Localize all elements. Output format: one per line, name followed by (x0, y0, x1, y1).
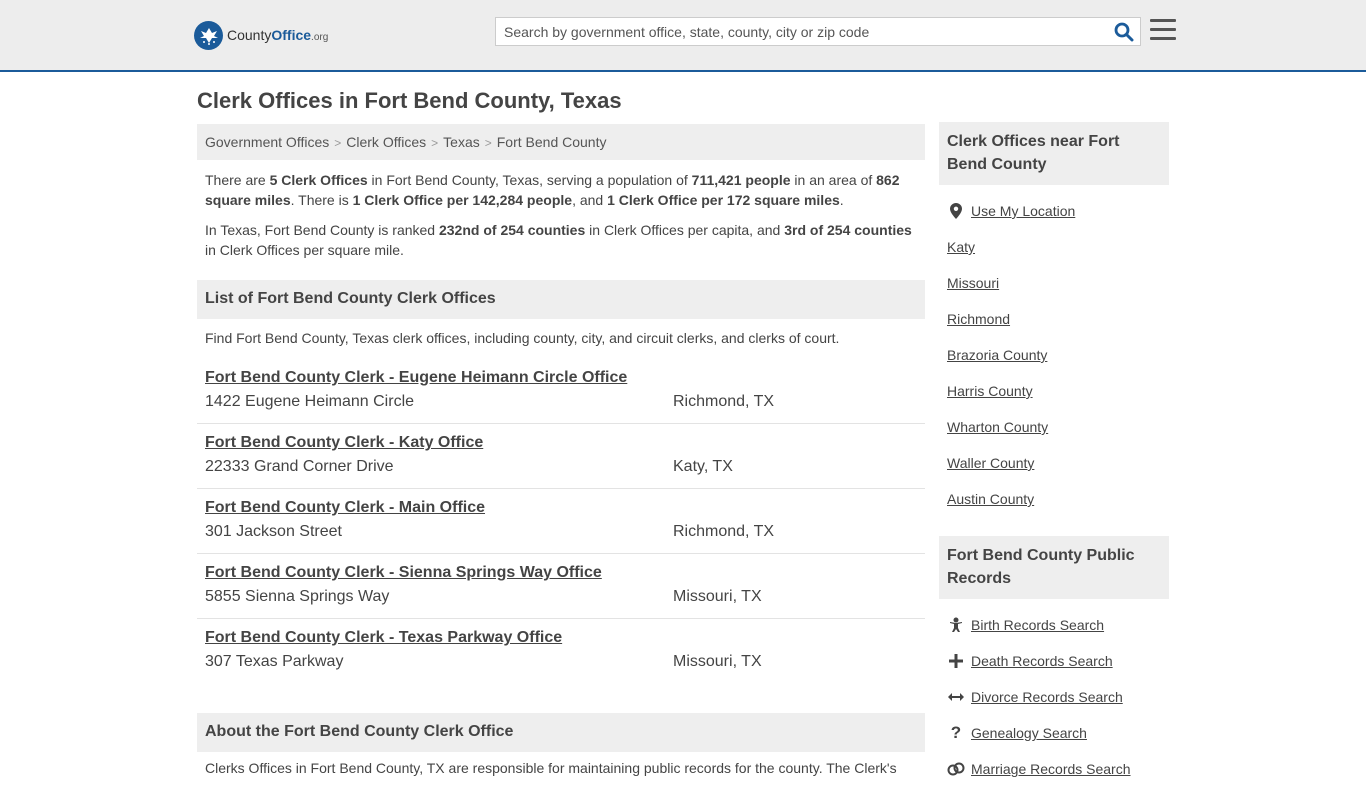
office-name-link[interactable]: Fort Bend County Clerk - Sienna Springs … (205, 564, 602, 582)
use-my-location-item: Use My Location (947, 193, 1169, 229)
logo-wordmark: CountyOffice.org (227, 27, 329, 43)
records-item: Death Records Search (947, 643, 1169, 679)
map-marker-icon (947, 203, 965, 219)
nearby-link-wharton-county[interactable]: Wharton County (947, 419, 1048, 435)
nearby-item: Waller County (947, 445, 1169, 481)
office-city: Richmond, TX (673, 393, 775, 410)
office-name-link[interactable]: Fort Bend County Clerk - Texas Parkway O… (205, 629, 562, 647)
office-address: 5855 Sienna Springs Way (205, 588, 390, 605)
site-logo[interactable]: CountyOffice.org (194, 20, 328, 50)
nearby-heading: Clerk Offices near Fort Bend County (939, 122, 1169, 185)
cross-icon (947, 654, 965, 668)
office-name-link[interactable]: Fort Bend County Clerk - Katy Office (205, 434, 483, 452)
office-name-link[interactable]: Fort Bend County Clerk - Main Office (205, 499, 485, 517)
nearby-item: Harris County (947, 373, 1169, 409)
breadcrumb-texas[interactable]: Texas (443, 134, 480, 150)
nearby-item: Austin County (947, 481, 1169, 517)
office-list: Fort Bend County Clerk - Eugene Heimann … (197, 359, 925, 684)
genealogy-search-link[interactable]: Genealogy Search (971, 725, 1087, 741)
hamburger-menu-icon[interactable] (1150, 19, 1176, 42)
records-item: ? Genealogy Search (947, 715, 1169, 751)
divorce-records-link[interactable]: Divorce Records Search (971, 689, 1123, 705)
about-heading: About the Fort Bend County Clerk Office (197, 713, 925, 752)
question-icon: ? (950, 723, 962, 742)
birth-records-link[interactable]: Birth Records Search (971, 617, 1104, 633)
office-item: Fort Bend County Clerk - Texas Parkway O… (197, 619, 925, 684)
breadcrumb-government-offices[interactable]: Government Offices (205, 134, 329, 150)
site-header: CountyOffice.org (0, 0, 1366, 72)
main-content: Government Offices > Clerk Offices > Texas > F… (197, 124, 925, 684)
nearby-list: Use My Location Katy Missouri Richmond B… (939, 185, 1169, 517)
breadcrumb-separator: > (334, 136, 342, 150)
nearby-item: Richmond (947, 301, 1169, 337)
breadcrumb-clerk-offices[interactable]: Clerk Offices (346, 134, 426, 150)
nearby-link-waller-county[interactable]: Waller County (947, 455, 1034, 471)
nearby-item: Missouri (947, 265, 1169, 301)
death-records-link[interactable]: Death Records Search (971, 653, 1113, 669)
office-item: Fort Bend County Clerk - Eugene Heimann … (197, 359, 925, 424)
records-item: Birth Records Search (947, 607, 1169, 643)
baby-icon (947, 617, 965, 633)
nearby-offices-panel: Clerk Offices near Fort Bend County Use … (939, 122, 1169, 517)
breadcrumb-fort-bend-county: Fort Bend County (496, 134, 607, 150)
office-address: 301 Jackson Street (205, 523, 342, 540)
public-records-heading: Fort Bend County Public Records (939, 536, 1169, 599)
ranking-paragraph: In Texas, Fort Bend County is ranked 232… (205, 222, 912, 258)
public-records-panel: Fort Bend County Public Records Birth Re… (939, 536, 1169, 787)
office-address: 307 Texas Parkway (205, 653, 344, 670)
office-city: Richmond, TX (673, 523, 775, 540)
nearby-link-harris-county[interactable]: Harris County (947, 383, 1033, 399)
page-title: Clerk Offices in Fort Bend County, Texas (197, 88, 622, 113)
search-box (495, 17, 1141, 46)
office-list-heading: List of Fort Bend County Clerk Offices (197, 280, 925, 319)
search-icon[interactable] (1114, 22, 1134, 42)
use-my-location-link[interactable]: Use My Location (971, 203, 1075, 219)
about-paragraph: Clerks Offices in Fort Bend County, TX a… (205, 760, 897, 776)
marriage-records-link[interactable]: Marriage Records Search (971, 761, 1131, 777)
nearby-link-katy[interactable]: Katy (947, 239, 975, 255)
office-list-intro: Find Fort Bend County, Texas clerk offic… (205, 330, 840, 346)
nearby-item: Wharton County (947, 409, 1169, 445)
office-name-link[interactable]: Fort Bend County Clerk - Eugene Heimann … (205, 369, 627, 387)
records-item: Divorce Records Search (947, 679, 1169, 715)
public-records-list: Birth Records Search Death Records Searc… (939, 599, 1169, 787)
records-item: Marriage Records Search (947, 751, 1169, 787)
rings-icon (947, 762, 965, 776)
office-city: Missouri, TX (673, 588, 762, 605)
office-city: Katy, TX (673, 458, 733, 475)
nearby-item: Brazoria County (947, 337, 1169, 373)
search-input[interactable] (496, 18, 1106, 45)
breadcrumb-separator: > (484, 136, 492, 150)
office-item: Fort Bend County Clerk - Main Office 301… (197, 489, 925, 554)
breadcrumb-separator: > (431, 136, 439, 150)
split-arrows-icon (947, 692, 965, 702)
nearby-link-missouri[interactable]: Missouri (947, 275, 999, 291)
office-city: Missouri, TX (673, 653, 762, 670)
breadcrumb: Government Offices > Clerk Offices > Texas > F… (197, 124, 925, 160)
eagle-logo-icon (194, 20, 223, 50)
nearby-link-brazoria-county[interactable]: Brazoria County (947, 347, 1047, 363)
summary-paragraph: There are 5 Clerk Offices in Fort Bend C… (205, 172, 900, 208)
office-item: Fort Bend County Clerk - Katy Office 223… (197, 424, 925, 489)
nearby-link-richmond[interactable]: Richmond (947, 311, 1010, 327)
nearby-item: Katy (947, 229, 1169, 265)
office-item: Fort Bend County Clerk - Sienna Springs … (197, 554, 925, 619)
office-address: 22333 Grand Corner Drive (205, 458, 394, 475)
nearby-link-austin-county[interactable]: Austin County (947, 491, 1034, 507)
office-address: 1422 Eugene Heimann Circle (205, 393, 415, 410)
